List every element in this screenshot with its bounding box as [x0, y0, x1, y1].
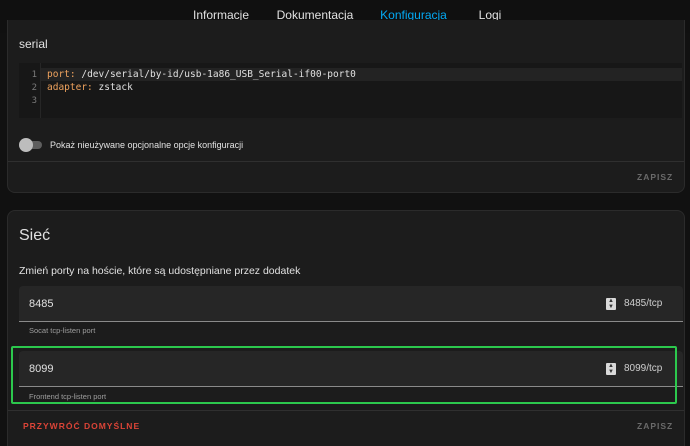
toggle-label: Pokaż nieużywane opcjonalne opcje konfig… [50, 140, 244, 150]
save-network-button[interactable]: ZAPISZ [637, 421, 673, 431]
yaml-key: adapter [47, 82, 88, 93]
section-label: serial [19, 37, 48, 51]
port-suffix: 8485/tcp [624, 298, 663, 309]
line-number: 2 [31, 83, 37, 93]
field-helper-text: Socat tcp-listen port [29, 326, 96, 335]
yaml-value: /dev/serial/by-id/usb-1a86_USB_Serial-if… [75, 69, 356, 80]
socat-port-field[interactable]: 8485 ▲ ▼ 8485/tcp [19, 286, 683, 322]
code-line[interactable]: adapter: zstack [47, 81, 133, 94]
divider [8, 161, 684, 162]
toggle-thumb [19, 138, 33, 152]
save-config-button[interactable]: ZAPISZ [637, 172, 673, 182]
config-card: serial 1 2 3 port: /dev/serial/by-id/usb… [7, 20, 685, 193]
code-line[interactable]: port: /dev/serial/by-id/usb-1a86_USB_Ser… [41, 68, 682, 81]
highlight-annotation [11, 346, 677, 404]
reset-defaults-button[interactable]: PRZYWRÓĆ DOMYŚLNE [23, 421, 140, 431]
divider [8, 410, 684, 411]
line-number: 3 [31, 96, 37, 106]
network-card: Sieć Zmień porty na hoście, które są udo… [7, 210, 685, 446]
yaml-key: port [47, 69, 70, 80]
port-input-value[interactable]: 8485 [29, 298, 53, 310]
show-unused-options-toggle[interactable] [19, 138, 43, 152]
line-number: 1 [31, 70, 37, 80]
line-number-gutter: 1 2 3 [19, 63, 41, 118]
card-title: Sieć [19, 227, 51, 244]
number-stepper-icon[interactable]: ▲ ▼ [606, 298, 616, 310]
yaml-code-editor[interactable]: 1 2 3 port: /dev/serial/by-id/usb-1a86_U… [19, 63, 682, 118]
yaml-value: zstack [92, 82, 133, 93]
card-description: Zmień porty na hoście, które są udostępn… [19, 265, 301, 277]
